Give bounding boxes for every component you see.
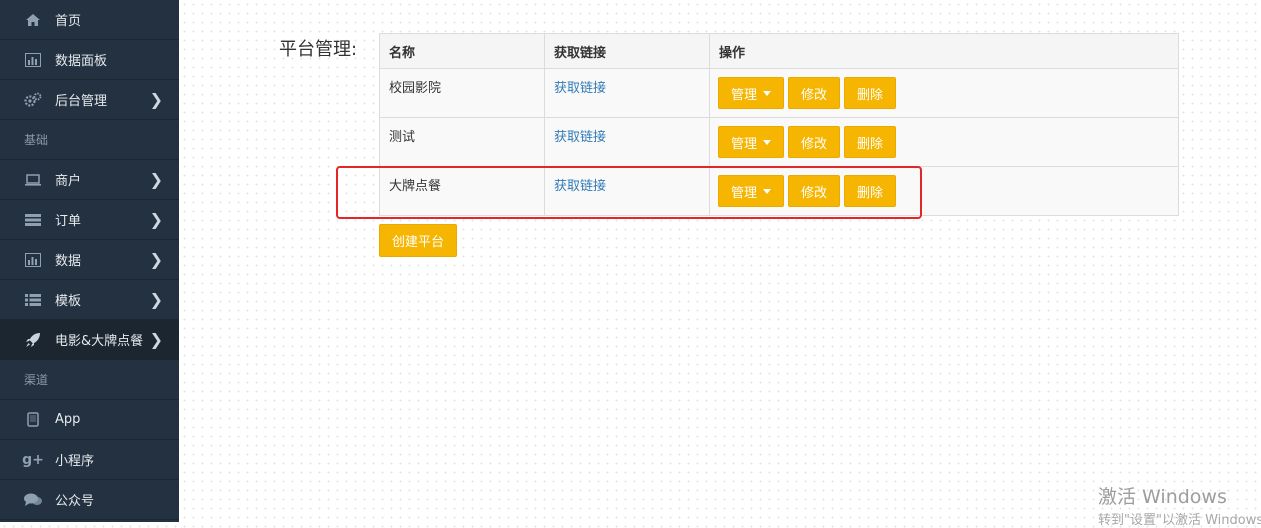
table-row: 测试 获取链接 管理 修改 删除 xyxy=(379,117,1179,167)
sidebar-item-label: 数据 xyxy=(55,254,82,269)
activation-watermark-title: 激活 Windows xyxy=(1098,486,1227,508)
sidebar-item-merchant[interactable]: 商户 ❯ xyxy=(0,160,179,200)
sidebar-section-basic: 基础 xyxy=(0,120,179,160)
sidebar-item-admin[interactable]: 后台管理 ❯ xyxy=(0,80,179,120)
manage-label: 管理 xyxy=(730,87,757,103)
link-cell: 获取链接 xyxy=(544,166,710,216)
list-icon xyxy=(24,292,42,308)
sidebar-item-label: 公众号 xyxy=(55,494,95,509)
sidebar-item-dashboard[interactable]: 数据面板 xyxy=(0,40,179,80)
edit-button[interactable]: 修改 xyxy=(788,126,840,158)
tablet-icon xyxy=(24,412,42,428)
link-cell: 获取链接 xyxy=(544,68,710,118)
home-icon xyxy=(24,12,42,28)
actions-cell: 管理 修改 删除 xyxy=(709,117,1179,167)
google-plus-icon: g+ xyxy=(22,451,44,468)
chevron-right-icon: ❯ xyxy=(149,249,163,269)
create-platform-button[interactable]: 创建平台 xyxy=(379,224,457,257)
edit-button[interactable]: 修改 xyxy=(788,175,840,207)
link-cell: 获取链接 xyxy=(544,117,710,167)
sidebar-item-app[interactable]: App xyxy=(0,400,179,440)
platform-name: 测试 xyxy=(379,117,545,167)
platform-name: 校园影院 xyxy=(379,68,545,118)
delete-button[interactable]: 删除 xyxy=(844,77,896,109)
sidebar-item-label: 模板 xyxy=(55,294,82,309)
get-link[interactable]: 获取链接 xyxy=(554,81,606,96)
chevron-right-icon: ❯ xyxy=(149,209,163,229)
table-row: 大牌点餐 获取链接 管理 修改 删除 xyxy=(379,166,1179,216)
sidebar-item-label: 订单 xyxy=(55,214,82,229)
laptop-icon xyxy=(24,172,42,188)
sidebar-item-label: 电影&大牌点餐 xyxy=(55,334,144,349)
list-box-icon xyxy=(24,212,42,228)
chevron-right-icon: ❯ xyxy=(149,289,163,309)
column-header-link: 获取链接 xyxy=(544,33,710,69)
chevron-right-icon: ❯ xyxy=(149,169,163,189)
sidebar-item-label: 数据面板 xyxy=(55,54,108,69)
get-link[interactable]: 获取链接 xyxy=(554,179,606,194)
actions-cell: 管理 修改 删除 xyxy=(709,166,1179,216)
caret-down-icon xyxy=(763,90,771,96)
column-header-name: 名称 xyxy=(379,33,545,69)
manage-dropdown-button[interactable]: 管理 xyxy=(718,77,784,109)
manage-dropdown-button[interactable]: 管理 xyxy=(718,175,784,207)
sidebar: 首页 数据面板 后台管理 ❯ 基础 商户 ❯ 订单 ❯ 数据 ❯ 模板 ❯ 电影… xyxy=(0,0,179,522)
table-row: 校园影院 获取链接 管理 修改 删除 xyxy=(379,68,1179,118)
sidebar-item-templates[interactable]: 模板 ❯ xyxy=(0,280,179,320)
chevron-right-icon: ❯ xyxy=(149,89,163,109)
actions-cell: 管理 修改 删除 xyxy=(709,68,1179,118)
platform-name: 大牌点餐 xyxy=(379,166,545,216)
chevron-right-icon: ❯ xyxy=(149,329,163,349)
sidebar-item-movie-dining[interactable]: 电影&大牌点餐 ❯ xyxy=(0,320,179,360)
delete-button[interactable]: 删除 xyxy=(844,126,896,158)
gears-icon xyxy=(24,92,42,108)
caret-down-icon xyxy=(763,188,771,194)
sidebar-item-orders[interactable]: 订单 ❯ xyxy=(0,200,179,240)
sidebar-section-channel: 渠道 xyxy=(0,360,179,400)
platform-table: 名称 获取链接 操作 校园影院 获取链接 管理 修改 删除 测试 获取链接 管理 修改… xyxy=(379,33,1179,216)
activation-watermark-subtitle: 转到"设置"以激活 Windows。 xyxy=(1098,513,1261,528)
sidebar-item-miniprogram[interactable]: g+ 小程序 xyxy=(0,440,179,480)
sidebar-item-data[interactable]: 数据 ❯ xyxy=(0,240,179,280)
page-title: 平台管理: xyxy=(279,39,358,60)
sidebar-item-official-account[interactable]: 公众号 xyxy=(0,480,179,520)
sidebar-item-home[interactable]: 首页 xyxy=(0,0,179,40)
manage-label: 管理 xyxy=(730,136,757,152)
manage-dropdown-button[interactable]: 管理 xyxy=(718,126,784,158)
sidebar-item-label: App xyxy=(55,412,81,427)
get-link[interactable]: 获取链接 xyxy=(554,130,606,145)
manage-label: 管理 xyxy=(730,185,757,201)
sidebar-item-label: 商户 xyxy=(55,174,82,189)
sidebar-item-label: 首页 xyxy=(55,14,82,29)
column-header-actions: 操作 xyxy=(709,33,1179,69)
chat-icon xyxy=(24,492,42,508)
sidebar-item-label: 小程序 xyxy=(55,454,95,469)
bar-chart-icon xyxy=(24,52,42,68)
bar-chart-icon xyxy=(24,252,42,268)
caret-down-icon xyxy=(763,139,771,145)
rocket-icon xyxy=(24,332,42,348)
sidebar-item-label: 后台管理 xyxy=(55,94,108,109)
table-header-row: 名称 获取链接 操作 xyxy=(379,33,1179,69)
edit-button[interactable]: 修改 xyxy=(788,77,840,109)
delete-button[interactable]: 删除 xyxy=(844,175,896,207)
